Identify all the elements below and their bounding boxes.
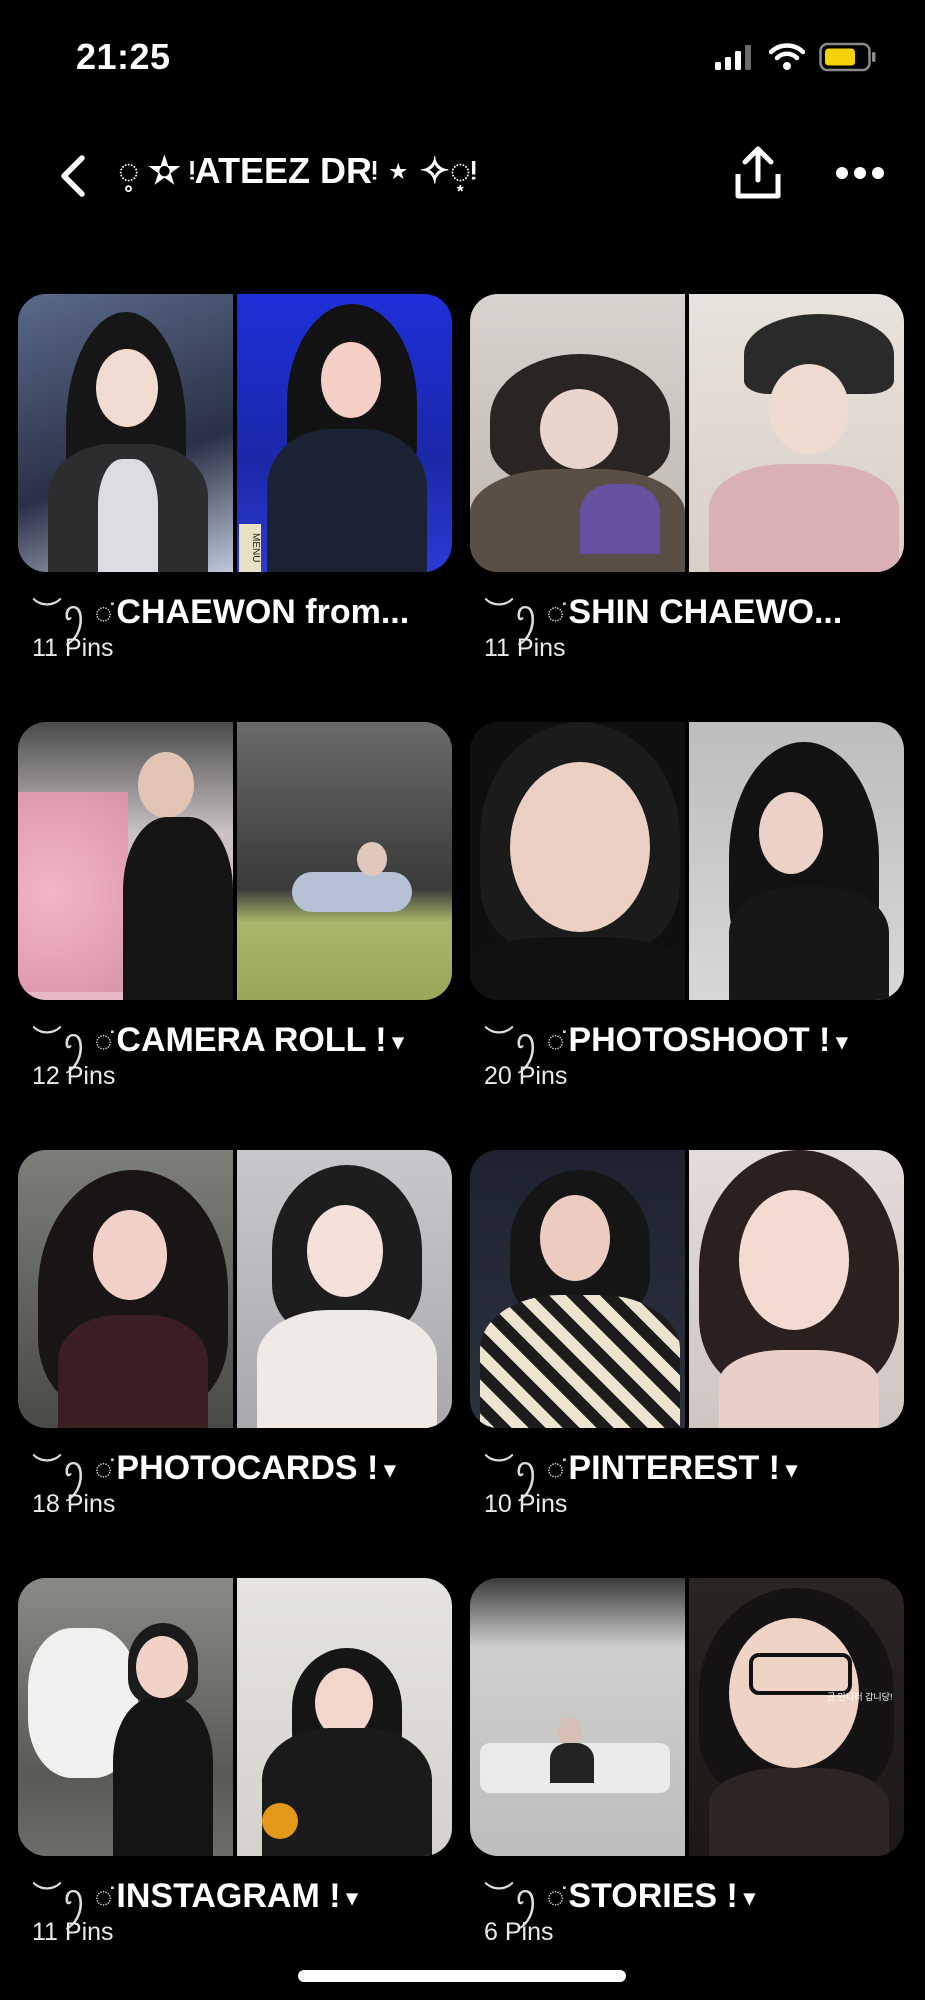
more-options-button[interactable]: [834, 158, 886, 188]
board-card[interactable]: ︶ꪆ ◌̇ PINTEREST ! ▾ 10 Pins: [470, 1150, 904, 1550]
back-button[interactable]: [52, 152, 96, 200]
pin-count: 10 Pins: [484, 1490, 568, 1518]
cover-image-left: [470, 722, 685, 1000]
cover-image-right: [237, 1578, 452, 1856]
cover-image-right: MENU: [237, 294, 452, 572]
pin-count: 20 Pins: [484, 1062, 568, 1090]
pin-count: 11 Pins: [32, 1918, 114, 1946]
pin-count: 11 Pins: [32, 634, 114, 662]
cellular-signal-icon: [715, 45, 751, 70]
cover-image-right: [689, 1150, 904, 1428]
cover-image-left: [470, 1150, 685, 1428]
share-button[interactable]: [732, 144, 784, 204]
cover-image-left: [18, 1150, 233, 1428]
board-title: ◌̥ ✫ ᵎATEEZ DRᵎ ⋆ ✧◌͙ᵎ: [118, 150, 477, 191]
menu-tag: MENU: [239, 524, 261, 572]
board-card[interactable]: ︶ꪆ ◌̇ SHIN CHAEWO... 11 Pins: [470, 294, 904, 694]
cover-image-left: [470, 294, 685, 572]
status-time: 21:25: [76, 36, 171, 77]
more-dots-icon: [836, 167, 884, 179]
cover-image-right: [689, 722, 904, 1000]
status-bar: 21:25: [0, 0, 925, 110]
cover-image-left: [470, 1578, 685, 1856]
cover-image-left: [18, 294, 233, 572]
chevron-left-icon: [61, 155, 85, 197]
cover-image-right: [237, 722, 452, 1000]
pin-count: 12 Pins: [32, 1062, 116, 1090]
pin-count: 6 Pins: [484, 1918, 554, 1946]
board-cover: 곧 만나러 갑니당!: [470, 1578, 904, 1856]
board-cover: MENU: [18, 294, 452, 572]
story-overlay-text: 곧 만나러 갑니당!: [827, 1692, 893, 1702]
board-card[interactable]: ︶ꪆ ◌̇ CAMERA ROLL ! ▾ 12 Pins: [18, 722, 452, 1122]
board-deco: ︶ꪆ ◌̇: [32, 597, 113, 630]
board-card[interactable]: ︶ꪆ ◌̇ PHOTOCARDS ! ▾ 18 Pins: [18, 1150, 452, 1550]
board-header: ◌̥ ✫ ᵎATEEZ DRᵎ ⋆ ✧◌͙ᵎ: [0, 130, 925, 220]
wifi-icon: [769, 43, 805, 70]
board-card[interactable]: 곧 만나러 갑니당! ︶ꪆ ◌̇ STORIES ! ▾ 6 Pins: [470, 1578, 904, 1978]
board-cover: [18, 722, 452, 1000]
cover-image-left: [18, 722, 233, 1000]
share-icon: [735, 146, 781, 199]
board-cover: [18, 1578, 452, 1856]
board-cover: [470, 1150, 904, 1428]
board-cover: [18, 1150, 452, 1428]
cover-image-left: [18, 1578, 233, 1856]
board-card[interactable]: ︶ꪆ ◌̇ INSTAGRAM ! ▾ 11 Pins: [18, 1578, 452, 1978]
board-cover: [470, 294, 904, 572]
status-icons: [715, 42, 877, 72]
board-card[interactable]: MENU ︶ꪆ ◌̇ CHAEWON from... 11 Pins: [18, 294, 452, 694]
cover-image-right: 곧 만나러 갑니당!: [689, 1578, 904, 1856]
cover-image-right: [237, 1150, 452, 1428]
cover-image-right: [689, 294, 904, 572]
board-cover: [470, 722, 904, 1000]
board-card[interactable]: ︶ꪆ ◌̇ PHOTOSHOOT ! ▾ 20 Pins: [470, 722, 904, 1122]
pin-count: 11 Pins: [484, 634, 566, 662]
pin-count: 18 Pins: [32, 1490, 116, 1518]
battery-icon: [819, 42, 876, 72]
home-indicator[interactable]: [298, 1970, 626, 1982]
